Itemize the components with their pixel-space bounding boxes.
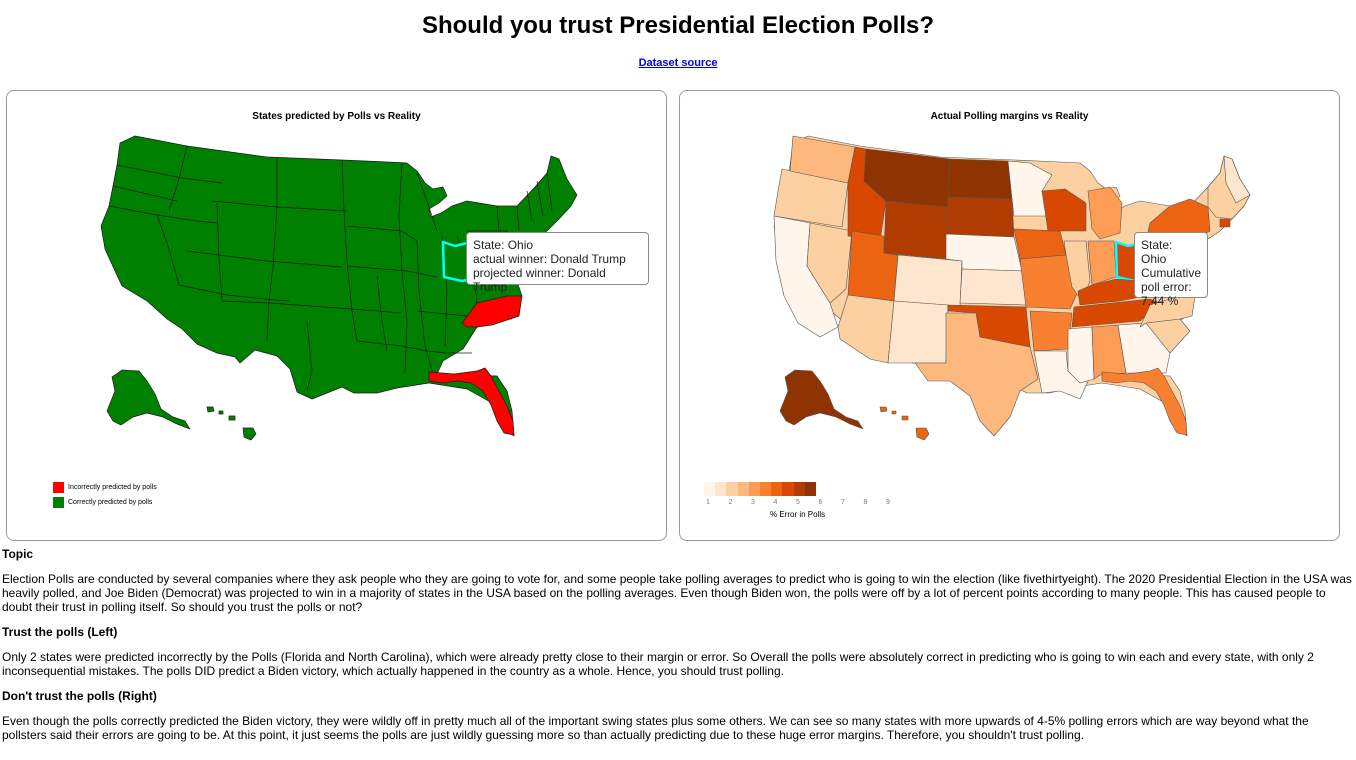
scale-cell-0 — [704, 482, 716, 496]
scale-cell-7 — [782, 482, 794, 496]
color-scale-ticks: 1 2 3 4 5 6 7 8 9 — [704, 499, 929, 509]
scale-tick-1: 1 — [706, 499, 710, 506]
state-wyoming[interactable] — [883, 200, 949, 260]
tooltip-poll-error-label: poll error: — [1141, 280, 1192, 294]
ohio-tooltip-left: State: Ohio actual winner: Donald Trump … — [466, 232, 649, 294]
legend-incorrect: Incorrectly predicted by polls — [53, 482, 157, 493]
color-scale-label: % Error in Polls — [770, 510, 826, 519]
scale-tick-7: 7 — [841, 499, 845, 506]
source-link-container: Dataset source — [0, 57, 1356, 69]
polling-margins-panel: Actual Polling margins vs Reality State:… — [679, 90, 1340, 541]
tooltip-state: State: Ohio — [473, 238, 534, 252]
article-text: Topic Election Polls are conducted by se… — [2, 547, 1354, 753]
us-map-predictions — [100, 135, 578, 441]
color-scale-legend — [704, 482, 816, 496]
state-new-mexico[interactable] — [887, 300, 949, 364]
legend-swatch-red — [53, 482, 64, 493]
state-rhode-island[interactable] — [1219, 218, 1231, 228]
tooltip-state: State: Ohio — [1141, 238, 1173, 266]
scale-tick-3: 3 — [751, 499, 755, 506]
scale-tick-5: 5 — [796, 499, 800, 506]
state-hawaii-error[interactable] — [879, 406, 930, 441]
tooltip-poll-error-value: 7.44 % — [1141, 294, 1179, 308]
distrust-paragraph: Even though the polls correctly predicte… — [2, 714, 1309, 742]
legend-incorrect-label: Incorrectly predicted by polls — [68, 484, 157, 491]
legend-swatch-green — [53, 497, 64, 508]
scale-cell-9 — [804, 482, 816, 496]
state-iowa[interactable] — [1013, 228, 1067, 260]
state-alaska[interactable] — [106, 369, 191, 430]
state-arizona[interactable] — [837, 294, 895, 364]
scale-tick-9: 9 — [886, 499, 890, 506]
scale-cell-6 — [771, 482, 783, 496]
state-arkansas[interactable] — [1029, 310, 1073, 352]
state-hawaii[interactable] — [206, 406, 257, 441]
scale-cell-2 — [726, 482, 738, 496]
scale-tick-4: 4 — [773, 499, 778, 506]
state-alaska-error[interactable] — [779, 369, 864, 430]
tooltip-actual-winner: actual winner: Donald Trump — [473, 252, 626, 266]
topic-heading: Topic — [2, 547, 34, 561]
page-title: Should you trust Presidential Election P… — [421, 12, 935, 39]
scale-tick-6: 6 — [818, 499, 823, 506]
state-indiana[interactable] — [1087, 240, 1117, 286]
scale-cell-3 — [737, 482, 749, 496]
us-map-poll-errors — [773, 135, 1251, 441]
state-florida-error[interactable] — [1101, 367, 1188, 436]
distrust-heading: Don't trust the polls (Right) — [2, 689, 157, 703]
legend-correct: Correctly predicted by polls — [53, 497, 152, 508]
scale-cell-5 — [759, 482, 772, 496]
predicted-vs-reality-panel: States predicted by Polls vs Reality Sta… — [6, 90, 667, 541]
state-south-dakota[interactable] — [945, 196, 1015, 238]
scale-tick-2: 2 — [728, 499, 733, 506]
tooltip-cumulative: Cumulative — [1141, 266, 1202, 280]
topic-paragraph: Election Polls are conducted by several … — [2, 572, 1352, 614]
scale-cell-4 — [748, 482, 760, 496]
trust-paragraph: Only 2 states were predicted incorrectly… — [2, 650, 1314, 678]
legend-correct-label: Correctly predicted by polls — [68, 499, 153, 506]
scale-cell-8 — [793, 482, 805, 496]
state-mississippi[interactable] — [1067, 326, 1095, 384]
state-colorado[interactable] — [893, 254, 963, 307]
tooltip-projected-winner: projected winner: Donald Trump — [473, 266, 606, 294]
scale-tick-8: 8 — [863, 499, 868, 506]
trust-heading: Trust the polls (Left) — [2, 625, 118, 639]
scale-cell-1 — [715, 482, 727, 496]
state-north-dakota[interactable] — [947, 158, 1013, 200]
dataset-source-link[interactable]: Dataset source — [639, 57, 718, 69]
state-kansas[interactable] — [959, 268, 1027, 306]
ohio-tooltip-right: State: Ohio Cumulative poll error: 7.44 … — [1134, 232, 1208, 308]
state-florida[interactable] — [428, 367, 515, 436]
